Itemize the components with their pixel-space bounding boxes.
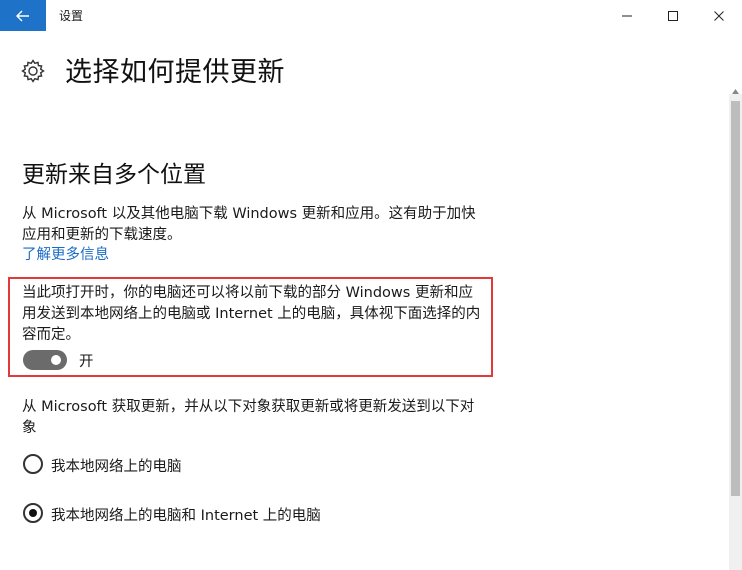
radio-label-local-network[interactable]: 我本地网络上的电脑 <box>51 455 182 476</box>
radio-label-local-and-internet[interactable]: 我本地网络上的电脑和 Internet 上的电脑 <box>51 504 321 525</box>
page-title: 选择如何提供更新 <box>65 57 285 88</box>
learn-more-link[interactable]: 了解更多信息 <box>22 243 109 264</box>
delivery-optimization-toggle[interactable] <box>23 350 67 370</box>
scrollbar-thumb[interactable] <box>731 101 740 496</box>
maximize-button[interactable] <box>650 0 696 31</box>
toggle-knob <box>51 355 61 365</box>
toggle-description: 当此项打开时，你的电脑还可以将以前下载的部分 Windows 更新和应用发送到本… <box>22 285 481 343</box>
back-arrow-icon <box>16 10 29 21</box>
toggle-state-label: 开 <box>79 354 94 370</box>
minimize-button[interactable] <box>604 0 650 31</box>
title-bar: 设置 <box>0 0 742 31</box>
minimize-icon <box>622 15 632 16</box>
maximize-icon <box>668 10 678 21</box>
section-title: 更新来自多个位置 <box>22 162 206 188</box>
radio-local-network[interactable] <box>23 454 43 474</box>
settings-window: 设置 选择如何提供更新 更新来自多个位置 从 Microsoft 以及其他电脑下… <box>0 0 742 570</box>
gear-icon <box>21 59 45 83</box>
app-title: 设置 <box>59 9 84 23</box>
close-icon <box>714 10 724 21</box>
close-button[interactable] <box>696 0 742 31</box>
back-button[interactable] <box>0 0 46 31</box>
chevron-up-icon <box>732 88 739 94</box>
source-description: 从 Microsoft 获取更新，并从以下对象获取更新或将更新发送到以下对象 <box>22 399 475 436</box>
radio-local-and-internet[interactable] <box>23 503 43 523</box>
section-description: 从 Microsoft 以及其他电脑下载 Windows 更新和应用。这有助于加… <box>22 206 476 243</box>
